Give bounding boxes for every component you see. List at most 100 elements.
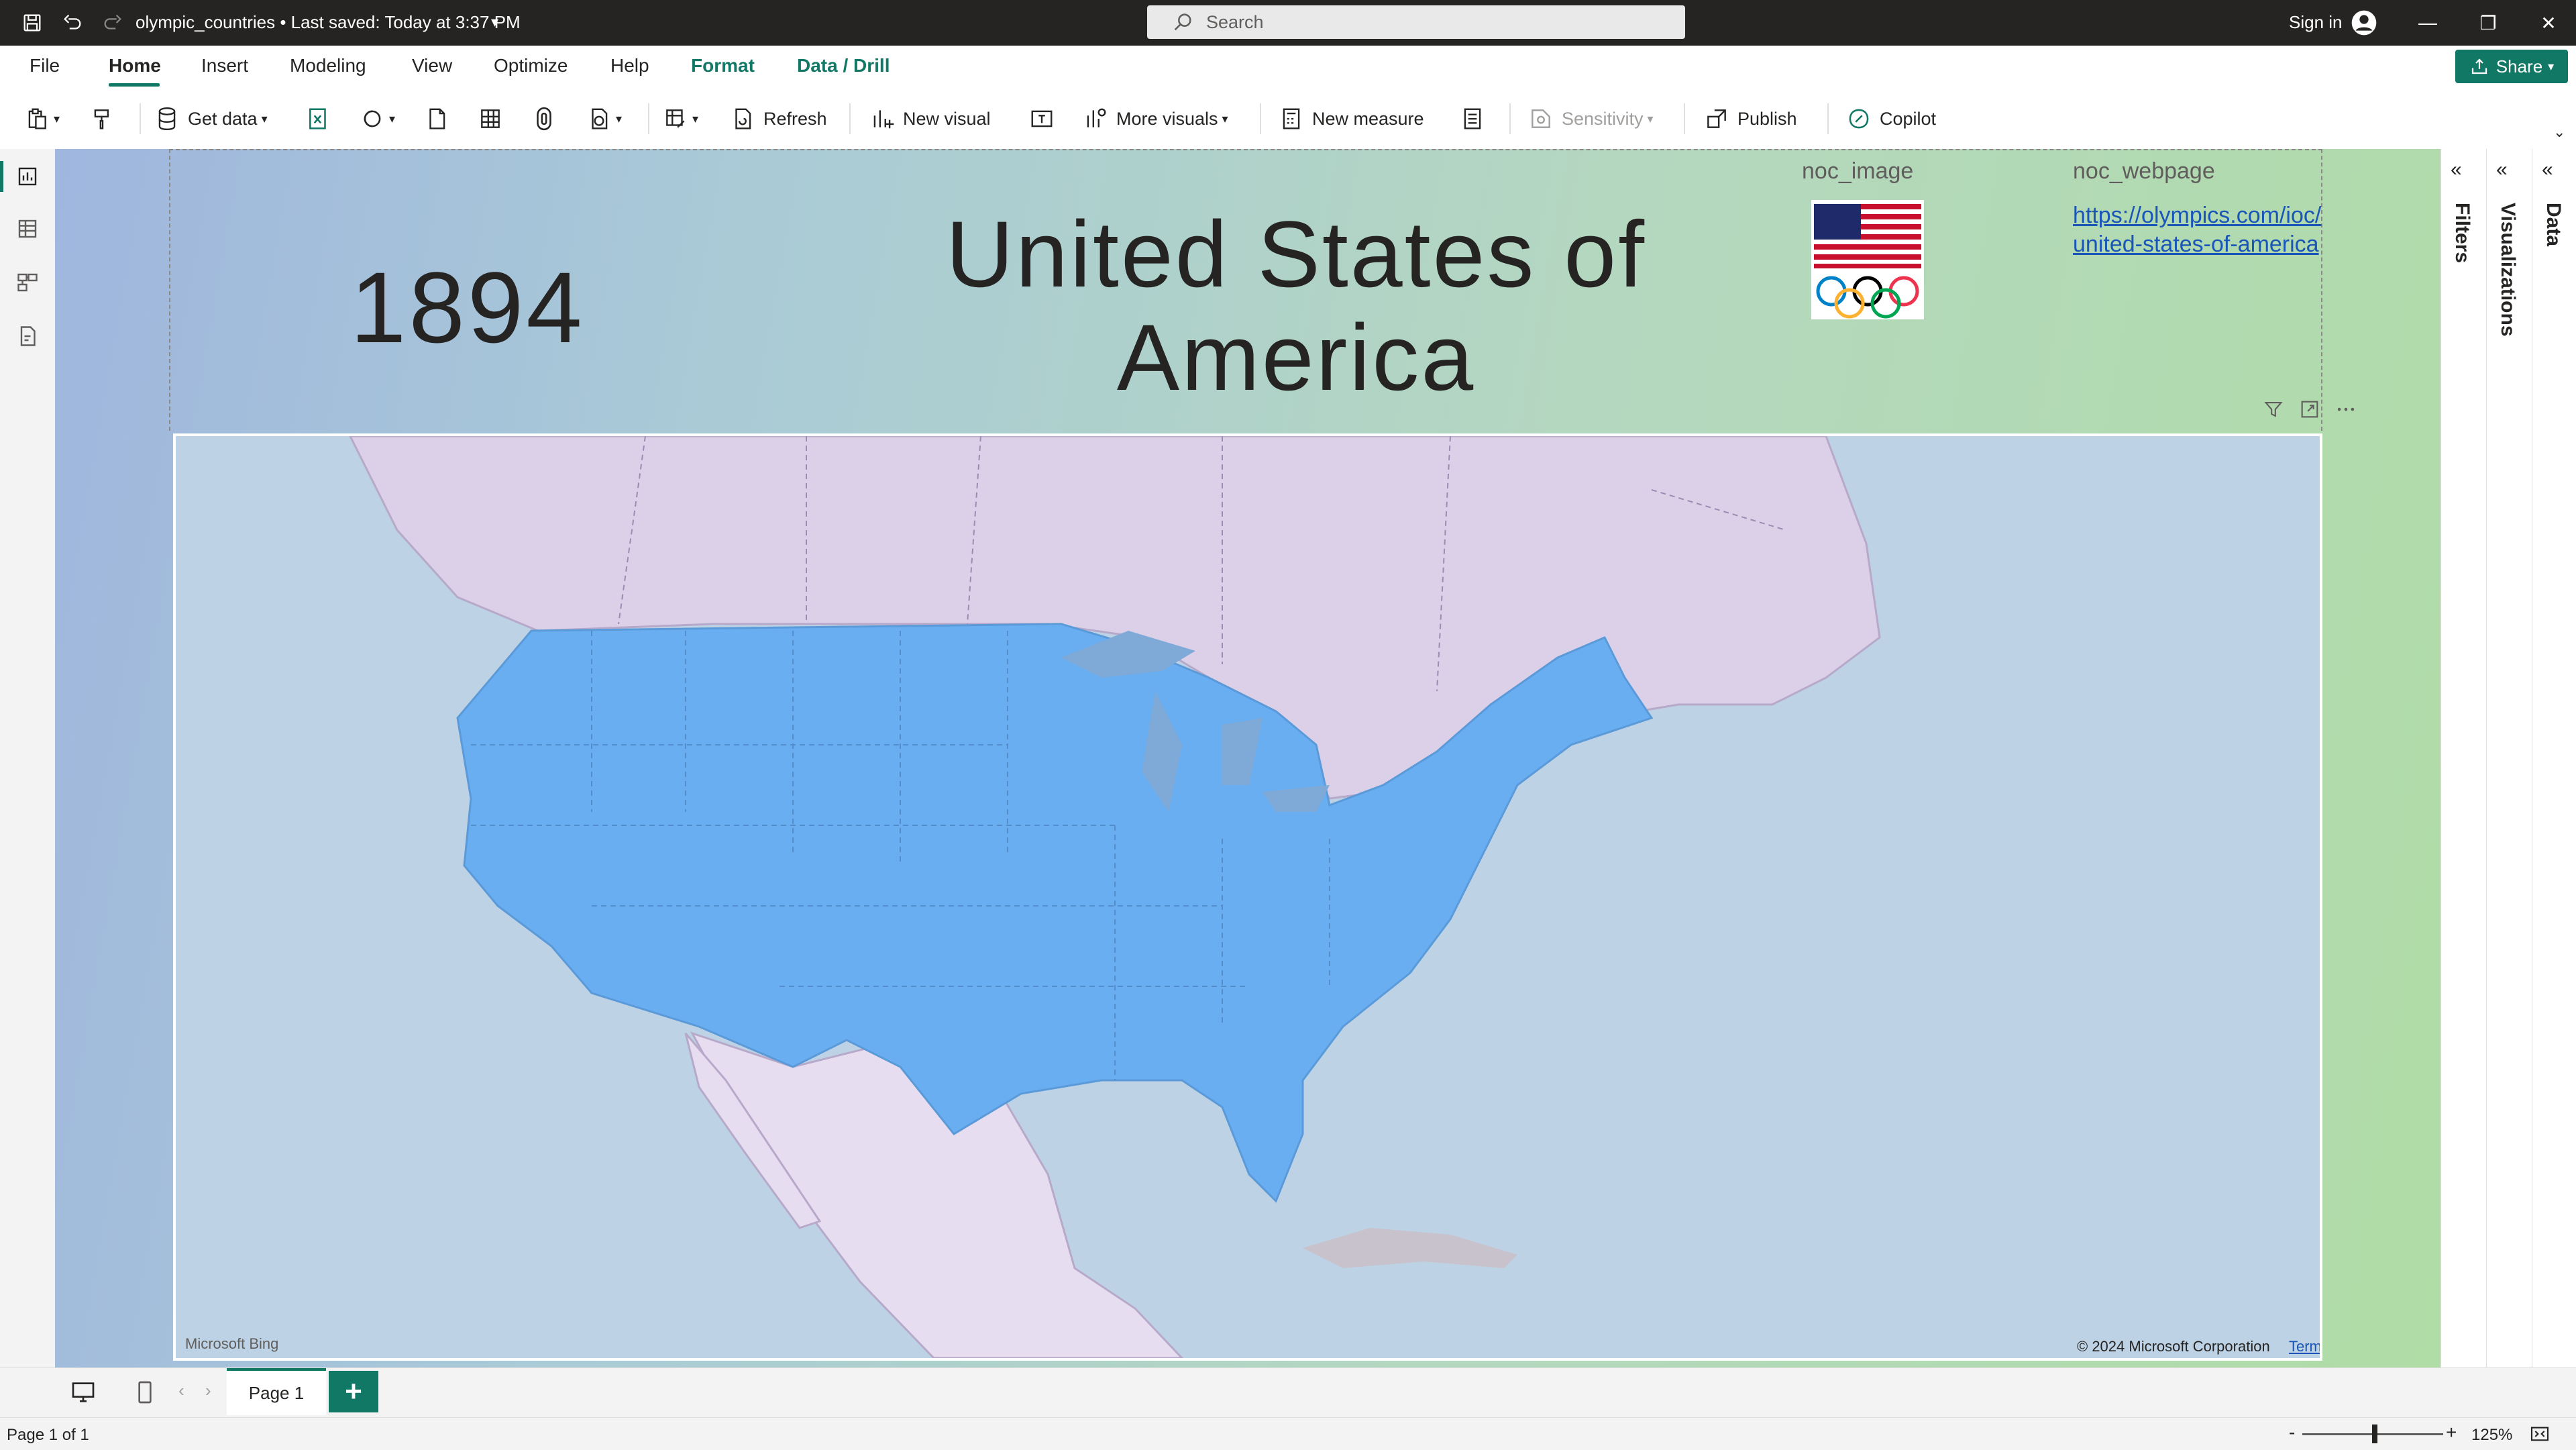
- ribbon-separator: [1509, 103, 1511, 134]
- ribbon-separator: [140, 103, 141, 134]
- mobile-layout-icon[interactable]: [131, 1379, 158, 1406]
- copilot-button[interactable]: Copilot: [1846, 102, 1936, 136]
- tab-home[interactable]: Home: [109, 55, 161, 76]
- paste-icon: [28, 108, 46, 130]
- transform-data-button[interactable]: ▾: [663, 102, 698, 136]
- focus-mode-icon[interactable]: [2298, 398, 2321, 421]
- more-visuals-icon: [1087, 108, 1106, 127]
- noc-image-header: noc_image: [1802, 158, 1914, 184]
- share-dropdown-icon[interactable]: ▾: [2548, 60, 2554, 74]
- enter-data-button[interactable]: [478, 102, 503, 136]
- table-view-icon[interactable]: [12, 213, 43, 244]
- account-icon[interactable]: [2351, 9, 2377, 36]
- search-icon: [1174, 13, 1191, 31]
- share-button[interactable]: Share ▾: [2455, 50, 2568, 83]
- ribbon-separator: [1260, 103, 1261, 134]
- new-measure-label: New measure: [1312, 108, 1424, 129]
- refresh-button[interactable]: Refresh: [730, 102, 827, 136]
- sql-server-button[interactable]: [424, 102, 449, 136]
- fit-to-page-icon[interactable]: [2529, 1423, 2551, 1445]
- paste-button[interactable]: ▾: [24, 102, 60, 136]
- share-label: Share: [2496, 56, 2543, 76]
- document-title[interactable]: olympic_countries • Last saved: Today at…: [136, 12, 521, 33]
- prev-page-icon[interactable]: ‹: [178, 1380, 184, 1401]
- tab-file[interactable]: File: [30, 55, 60, 76]
- get-data-label: Get data: [188, 108, 258, 129]
- zoom-in-icon[interactable]: +: [2446, 1422, 2457, 1443]
- country-title[interactable]: United States of America: [847, 203, 1746, 409]
- get-data-button[interactable]: Get data ▾: [154, 102, 268, 136]
- share-icon: [2471, 58, 2487, 74]
- tab-view[interactable]: View: [412, 55, 452, 76]
- expand-visualizations-icon[interactable]: «: [2496, 158, 2508, 181]
- add-page-button[interactable]: +: [329, 1371, 378, 1412]
- publish-button[interactable]: Publish: [1704, 102, 1797, 136]
- map-copyright: © 2024 Microsoft Corporation: [2077, 1338, 2270, 1355]
- tab-modeling[interactable]: Modeling: [290, 55, 366, 76]
- bing-logo: Microsoft Bing: [185, 1335, 279, 1352]
- data-pane-label: Data: [2542, 203, 2565, 247]
- undo-icon[interactable]: [58, 8, 87, 38]
- desktop-layout-icon[interactable]: [70, 1379, 97, 1406]
- report-view-icon[interactable]: [12, 161, 43, 192]
- dax-query-view-icon[interactable]: [12, 321, 43, 352]
- expand-data-icon[interactable]: «: [2542, 158, 2553, 181]
- zoom-level[interactable]: 125%: [2471, 1426, 2512, 1445]
- quick-measure-icon: [1464, 108, 1481, 130]
- terms-link[interactable]: Terms: [2289, 1338, 2320, 1355]
- filters-pane[interactable]: « Filters: [2440, 149, 2487, 1367]
- save-icon[interactable]: [17, 8, 47, 38]
- visualizations-pane-label: Visualizations: [2497, 203, 2519, 337]
- sensitivity-icon: [1532, 109, 1550, 128]
- recent-sources-icon: [592, 108, 608, 130]
- expand-filters-icon[interactable]: «: [2451, 158, 2462, 181]
- us-flag-icon: [1814, 204, 1921, 268]
- tab-data-drill[interactable]: Data / Drill: [797, 55, 890, 76]
- onelake-button[interactable]: ▾: [360, 102, 395, 136]
- ribbon-collapse-icon[interactable]: ⌄: [2553, 123, 2565, 141]
- format-painter-button[interactable]: [90, 102, 115, 136]
- filled-map-visual[interactable]: Microsoft Bing © 2024 Microsoft Corporat…: [173, 433, 2322, 1361]
- dataverse-button[interactable]: [531, 102, 557, 136]
- document-icon: [429, 108, 445, 130]
- sensitivity-button[interactable]: Sensitivity ▾: [1528, 102, 1654, 136]
- more-options-icon[interactable]: [2334, 398, 2357, 421]
- sensitivity-label: Sensitivity: [1562, 108, 1644, 129]
- excel-button[interactable]: [306, 102, 331, 136]
- zoom-out-icon[interactable]: -: [2289, 1422, 2295, 1443]
- tab-insert[interactable]: Insert: [201, 55, 248, 76]
- next-page-icon[interactable]: ›: [205, 1380, 211, 1401]
- ribbon-separator: [849, 103, 851, 134]
- status-bar: Page 1 of 1 - + 125%: [0, 1417, 2576, 1450]
- filter-icon[interactable]: [2262, 398, 2285, 421]
- sign-in-link[interactable]: Sign in: [2289, 12, 2343, 33]
- zoom-slider-thumb[interactable]: [2372, 1425, 2377, 1443]
- ribbon-separator: [1684, 103, 1685, 134]
- publish-label: Publish: [1737, 108, 1797, 129]
- model-view-icon[interactable]: [12, 267, 43, 298]
- more-visuals-button[interactable]: More visuals ▾: [1083, 102, 1228, 136]
- text-box-button[interactable]: [1029, 102, 1055, 136]
- country-title-line: United States of: [945, 201, 1647, 307]
- noc-webpage-link[interactable]: https://olympics.com/ioc/united-states-o…: [2073, 201, 2328, 259]
- visualizations-pane[interactable]: « Visualizations: [2486, 149, 2532, 1367]
- calculator-icon: [1283, 108, 1300, 130]
- tab-optimize[interactable]: Optimize: [494, 55, 568, 76]
- recent-sources-button[interactable]: ▾: [586, 102, 622, 136]
- tab-help[interactable]: Help: [610, 55, 649, 76]
- tab-format[interactable]: Format: [691, 55, 755, 76]
- minimize-button[interactable]: —: [2398, 0, 2458, 46]
- quick-measure-button[interactable]: [1460, 102, 1485, 136]
- search-input[interactable]: Search: [1147, 5, 1685, 39]
- new-measure-button[interactable]: New measure: [1279, 102, 1424, 136]
- close-button[interactable]: ✕: [2518, 0, 2576, 46]
- more-visuals-label: More visuals: [1116, 108, 1218, 129]
- year-card[interactable]: 1894: [350, 250, 585, 366]
- page-tab[interactable]: Page 1: [227, 1368, 326, 1415]
- data-pane[interactable]: « Data: [2532, 149, 2576, 1367]
- new-visual-button[interactable]: New visual: [869, 102, 991, 136]
- redo-icon[interactable]: [98, 8, 127, 38]
- title-dropdown-icon[interactable]: ▾: [491, 13, 498, 31]
- dataverse-icon: [537, 107, 551, 131]
- restore-button[interactable]: ❐: [2458, 0, 2518, 46]
